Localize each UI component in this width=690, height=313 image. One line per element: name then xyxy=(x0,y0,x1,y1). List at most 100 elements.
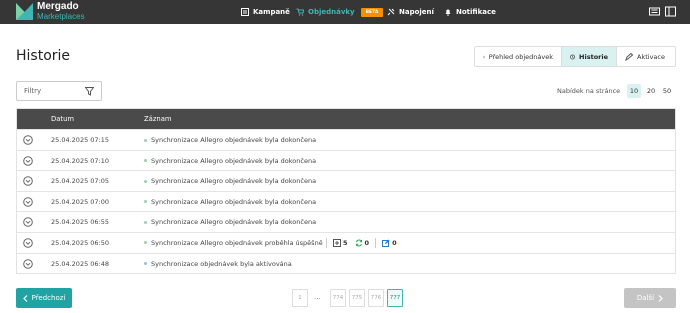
status-dot xyxy=(144,159,147,163)
pencil-icon xyxy=(625,52,633,61)
nav-orders-label: Objednávky xyxy=(308,8,355,16)
previous-page-button[interactable]: Předchozí xyxy=(16,288,72,308)
column-header-record: Záznam xyxy=(144,115,172,123)
page-777[interactable]: 777 xyxy=(387,289,403,307)
plug-icon xyxy=(387,8,395,16)
row-message: Synchronizace Allegro objednávek byla do… xyxy=(151,156,317,165)
page-title: Historie xyxy=(16,48,71,64)
row-date: 25.04.2025 06:48 xyxy=(51,259,110,268)
row-date: 25.04.2025 06:55 xyxy=(51,218,110,227)
page-774[interactable]: 774 xyxy=(330,289,346,307)
bell-icon xyxy=(445,9,451,16)
brand-subtitle: Marketplaces xyxy=(37,12,85,21)
mergado-logo-icon[interactable] xyxy=(16,3,33,20)
status-dot xyxy=(144,179,147,183)
page-776[interactable]: 776 xyxy=(368,289,384,307)
row-message: Synchronizace Allegro objednávek byla do… xyxy=(151,197,317,206)
status-dot xyxy=(144,241,147,245)
table-row[interactable]: 25.04.2025 06:50 Synchronizace Allegro ob… xyxy=(17,231,675,253)
filter-label: Filtry xyxy=(24,87,42,95)
history-table: Datum Záznam 25.04.2025 07:15 Synchroniza… xyxy=(16,108,676,275)
per-page-option-20[interactable]: 20 xyxy=(644,84,658,98)
view-tabs: Přehled objednávek Historie Aktivace xyxy=(474,46,676,67)
tab-orders-overview-label: Přehled objednávek xyxy=(488,52,553,61)
pagination-ellipsis: ... xyxy=(314,293,321,301)
page-775[interactable]: 775 xyxy=(349,289,365,307)
table-row[interactable]: 25.04.2025 06:55 Synchronizace Allegro ob… xyxy=(17,211,675,232)
row-message: Synchronizace Allegro objednávek byla do… xyxy=(151,136,317,144)
expand-chevron-icon[interactable] xyxy=(23,155,33,166)
row-message: Synchronizace Allegro objednávek byla do… xyxy=(151,177,317,186)
funnel-icon xyxy=(85,87,94,96)
status-dot xyxy=(144,200,147,204)
nav-connections-label: Napojení xyxy=(399,8,434,16)
chevron-right-icon xyxy=(658,294,663,302)
per-page-option-10[interactable]: 10 xyxy=(627,84,641,98)
expand-chevron-icon[interactable] xyxy=(23,217,33,228)
nav-orders[interactable]: Objednávky BETA xyxy=(296,0,384,24)
table-header: Datum Záznam xyxy=(17,109,675,129)
row-date: 25.04.2025 07:15 xyxy=(51,136,110,144)
synced-orders-count: 0 xyxy=(364,238,370,247)
plus-box-icon xyxy=(333,238,341,247)
row-message: Synchronizace objednávek byla aktivována xyxy=(151,259,292,268)
row-message: Synchronizace Allegro objednávek proběhl… xyxy=(151,238,323,247)
per-page-label: Nabídek na stránce xyxy=(557,87,621,95)
tab-history-label: Historie xyxy=(579,52,608,61)
row-date: 25.04.2025 07:10 xyxy=(51,156,110,165)
nav-connections[interactable]: Napojení xyxy=(387,0,434,24)
beta-badge: BETA xyxy=(360,7,384,17)
brand-name: Mergado xyxy=(37,1,79,12)
column-header-date: Datum xyxy=(51,115,74,123)
new-orders-stat: 5 xyxy=(333,238,348,247)
new-orders-count: 5 xyxy=(343,238,348,247)
edited-orders-count: 0 xyxy=(392,238,397,247)
edit-icon xyxy=(382,239,390,247)
row-date: 25.04.2025 07:00 xyxy=(51,197,110,206)
nav-campaigns-label: Kampaně xyxy=(253,8,290,16)
table-body: 25.04.2025 07:15 Synchronizace Allegro ob… xyxy=(17,129,675,274)
campaign-icon xyxy=(241,8,249,16)
expand-chevron-icon[interactable] xyxy=(23,238,33,248)
sync-icon xyxy=(355,239,362,247)
status-dot xyxy=(144,138,147,142)
chevron-left-icon xyxy=(22,294,28,302)
row-stats: 5 0 0 xyxy=(323,237,397,248)
expand-chevron-icon[interactable] xyxy=(23,196,33,207)
nav-notifications-label: Notifikace xyxy=(456,8,496,16)
top-bar: Mergado Marketplaces Kampaně Objednávky … xyxy=(0,0,690,24)
next-page-label: Další xyxy=(636,294,655,302)
row-message: Synchronizace Allegro objednávek byla do… xyxy=(151,218,317,227)
tab-activation[interactable]: Aktivace xyxy=(616,47,675,66)
table-row[interactable]: 25.04.2025 07:05 Synchronizace Allegro ob… xyxy=(17,170,675,191)
brand[interactable]: Mergado Marketplaces xyxy=(37,1,85,22)
next-page-button[interactable]: Další xyxy=(624,288,676,308)
status-dot xyxy=(144,262,147,266)
row-date: 25.04.2025 07:05 xyxy=(51,177,110,186)
table-row[interactable]: 25.04.2025 07:00 Synchronizace Allegro ob… xyxy=(17,190,675,212)
expand-chevron-icon[interactable] xyxy=(23,258,33,269)
per-page-option-50[interactable]: 50 xyxy=(660,84,674,98)
divider xyxy=(326,237,327,248)
tab-history[interactable]: Historie xyxy=(561,47,616,66)
document-icon xyxy=(483,55,485,58)
nav-notifications[interactable]: Notifikace xyxy=(444,0,496,24)
expand-chevron-icon[interactable] xyxy=(23,135,33,145)
page-1[interactable]: 1 xyxy=(292,289,308,307)
keyboard-icon[interactable] xyxy=(649,6,660,17)
table-row[interactable]: 25.04.2025 07:10 Synchronizace Allegro ob… xyxy=(17,149,675,171)
cart-icon xyxy=(296,8,304,16)
divider xyxy=(375,237,377,248)
synced-orders-stat: 0 xyxy=(355,238,370,247)
tab-activation-label: Aktivace xyxy=(637,52,665,61)
table-row[interactable]: 25.04.2025 06:48 Synchronizace objednávek… xyxy=(17,252,675,274)
tab-orders-overview[interactable]: Přehled objednávek xyxy=(475,47,561,66)
table-row[interactable]: 25.04.2025 07:15 Synchronizace Allegro ob… xyxy=(17,129,675,150)
row-date: 25.04.2025 06:50 xyxy=(51,238,110,247)
previous-page-label: Předchozí xyxy=(31,294,66,302)
expand-chevron-icon[interactable] xyxy=(23,176,33,186)
history-icon xyxy=(570,54,575,59)
filter-dropdown[interactable]: Filtry xyxy=(16,81,102,101)
nav-campaigns[interactable]: Kampaně xyxy=(241,0,290,24)
layout-icon[interactable] xyxy=(665,6,676,17)
